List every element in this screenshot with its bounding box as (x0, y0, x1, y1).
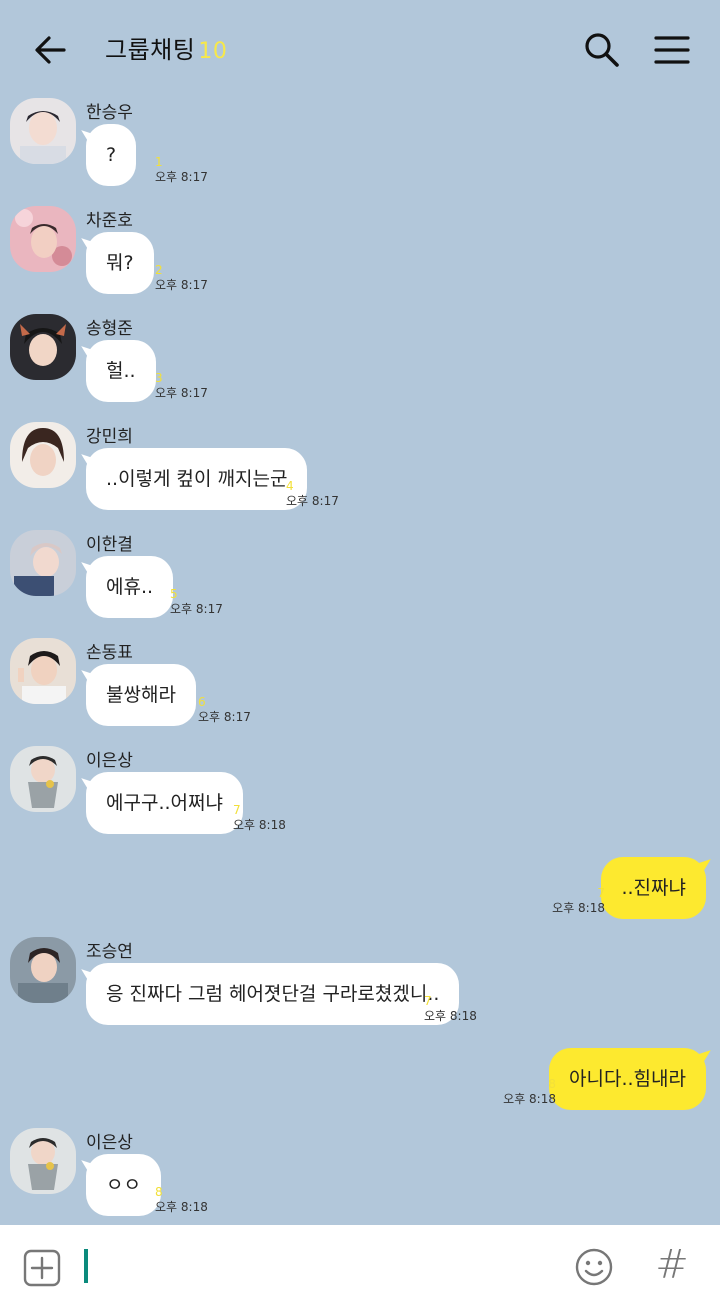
message-time: 오후 8:18 (552, 901, 605, 915)
avatar[interactable] (10, 638, 76, 704)
avatar[interactable] (10, 206, 76, 272)
message-time: 오후 8:18 (503, 1092, 556, 1106)
message-time: 오후 8:17 (286, 494, 339, 508)
message-time: 오후 8:17 (155, 170, 208, 184)
message-bubble[interactable]: ..이렇게 컾이 깨지는군 (86, 448, 308, 510)
message-time: 오후 8:18 (233, 818, 286, 832)
avatar[interactable] (10, 422, 76, 488)
search-icon (585, 33, 619, 67)
message-bubble[interactable]: 에구구..어쩌냐 (86, 772, 243, 834)
unread-count: 8 (155, 1185, 163, 1199)
message-meta: 2 오후 8:17 (155, 264, 208, 293)
emoji-button[interactable] (574, 1247, 614, 1287)
message-meta: 6 오후 8:17 (198, 696, 251, 725)
message-time: 오후 8:17 (170, 602, 223, 616)
message-meta: 7 오후 8:18 (233, 804, 286, 833)
message-meta: 1 오후 8:17 (155, 156, 208, 185)
hamburger-menu-icon (654, 36, 690, 64)
smiley-icon (575, 1248, 613, 1286)
back-button[interactable] (28, 28, 72, 72)
message-meta: 3 오후 8:17 (155, 372, 208, 401)
message-bubble[interactable]: 뭐? (86, 232, 154, 294)
message-bubble[interactable]: ㅇㅇ (86, 1154, 161, 1216)
chat-header: 그룹채팅 10 (0, 0, 720, 96)
sender-name: 강민희 (86, 427, 133, 447)
sender-name: 이한결 (86, 535, 133, 555)
sender-name: 이은상 (86, 751, 133, 771)
message-bubble[interactable]: 에휴.. (86, 556, 174, 618)
avatar[interactable] (10, 937, 76, 1003)
avatar[interactable] (10, 530, 76, 596)
sender-name: 손동표 (86, 643, 133, 663)
message-time: 오후 8:17 (155, 386, 208, 400)
message-meta: 4 오후 8:17 (286, 480, 339, 509)
my-message-bubble[interactable]: 아니다..힘내라 (549, 1048, 706, 1110)
menu-button[interactable] (650, 28, 694, 72)
unread-count: 5 (170, 587, 178, 601)
plus-square-icon (23, 1249, 61, 1287)
search-button[interactable] (580, 28, 624, 72)
sender-name: 차준호 (86, 211, 133, 231)
message-bubble[interactable]: ? (86, 124, 137, 186)
message-time: 오후 8:17 (198, 710, 251, 724)
unread-count: 7 (597, 886, 605, 900)
my-message-bubble[interactable]: ..진짜냐 (601, 857, 706, 919)
unread-count: 7 (233, 803, 241, 817)
message-time: 오후 8:18 (424, 1009, 477, 1023)
unread-count: 1 (155, 155, 163, 169)
unread-count: 2 (155, 263, 163, 277)
message-meta: 7 오후 8:18 (424, 995, 477, 1024)
sender-name: 한승우 (86, 103, 133, 123)
sender-name: 이은상 (86, 1133, 133, 1153)
chat-area[interactable]: 한승우 ? 1 오후 8:17 차준호 뭐? 2 오후 8:17 송형준 헐..… (0, 0, 720, 1225)
message-time: 오후 8:18 (155, 1200, 208, 1214)
message-meta: 5 오후 8:17 (170, 588, 223, 617)
message-meta: 8 오후 8:18 (503, 1078, 556, 1107)
message-meta: 7 오후 8:18 (552, 887, 605, 916)
arrow-left-icon (35, 36, 66, 64)
message-bubble[interactable]: 응 진짜다 그럼 헤어졋단걸 구라로쳤겠니.. (86, 963, 460, 1025)
unread-count: 8 (548, 1077, 556, 1091)
chat-title: 그룹채팅 10 (105, 30, 227, 65)
chat-room-name: 그룹채팅 (105, 36, 196, 64)
attach-button[interactable] (22, 1248, 62, 1288)
hashtag-search-button[interactable]: # (650, 1240, 694, 1290)
message-bubble[interactable]: 불쌍해라 (86, 664, 196, 726)
unread-count: 4 (286, 479, 294, 493)
member-count: 10 (198, 39, 228, 64)
avatar[interactable] (10, 746, 76, 812)
message-bubble[interactable]: 헐.. (86, 340, 156, 402)
unread-count: 6 (198, 695, 206, 709)
avatar[interactable] (10, 1128, 76, 1194)
unread-count: 7 (424, 994, 432, 1008)
message-time: 오후 8:17 (155, 278, 208, 292)
unread-count: 3 (155, 371, 163, 385)
message-meta: 8 오후 8:18 (155, 1186, 208, 1215)
text-input-cursor[interactable] (84, 1249, 88, 1283)
avatar[interactable] (10, 98, 76, 164)
avatar[interactable] (10, 314, 76, 380)
sender-name: 조승연 (86, 942, 133, 962)
sender-name: 송형준 (86, 319, 133, 339)
